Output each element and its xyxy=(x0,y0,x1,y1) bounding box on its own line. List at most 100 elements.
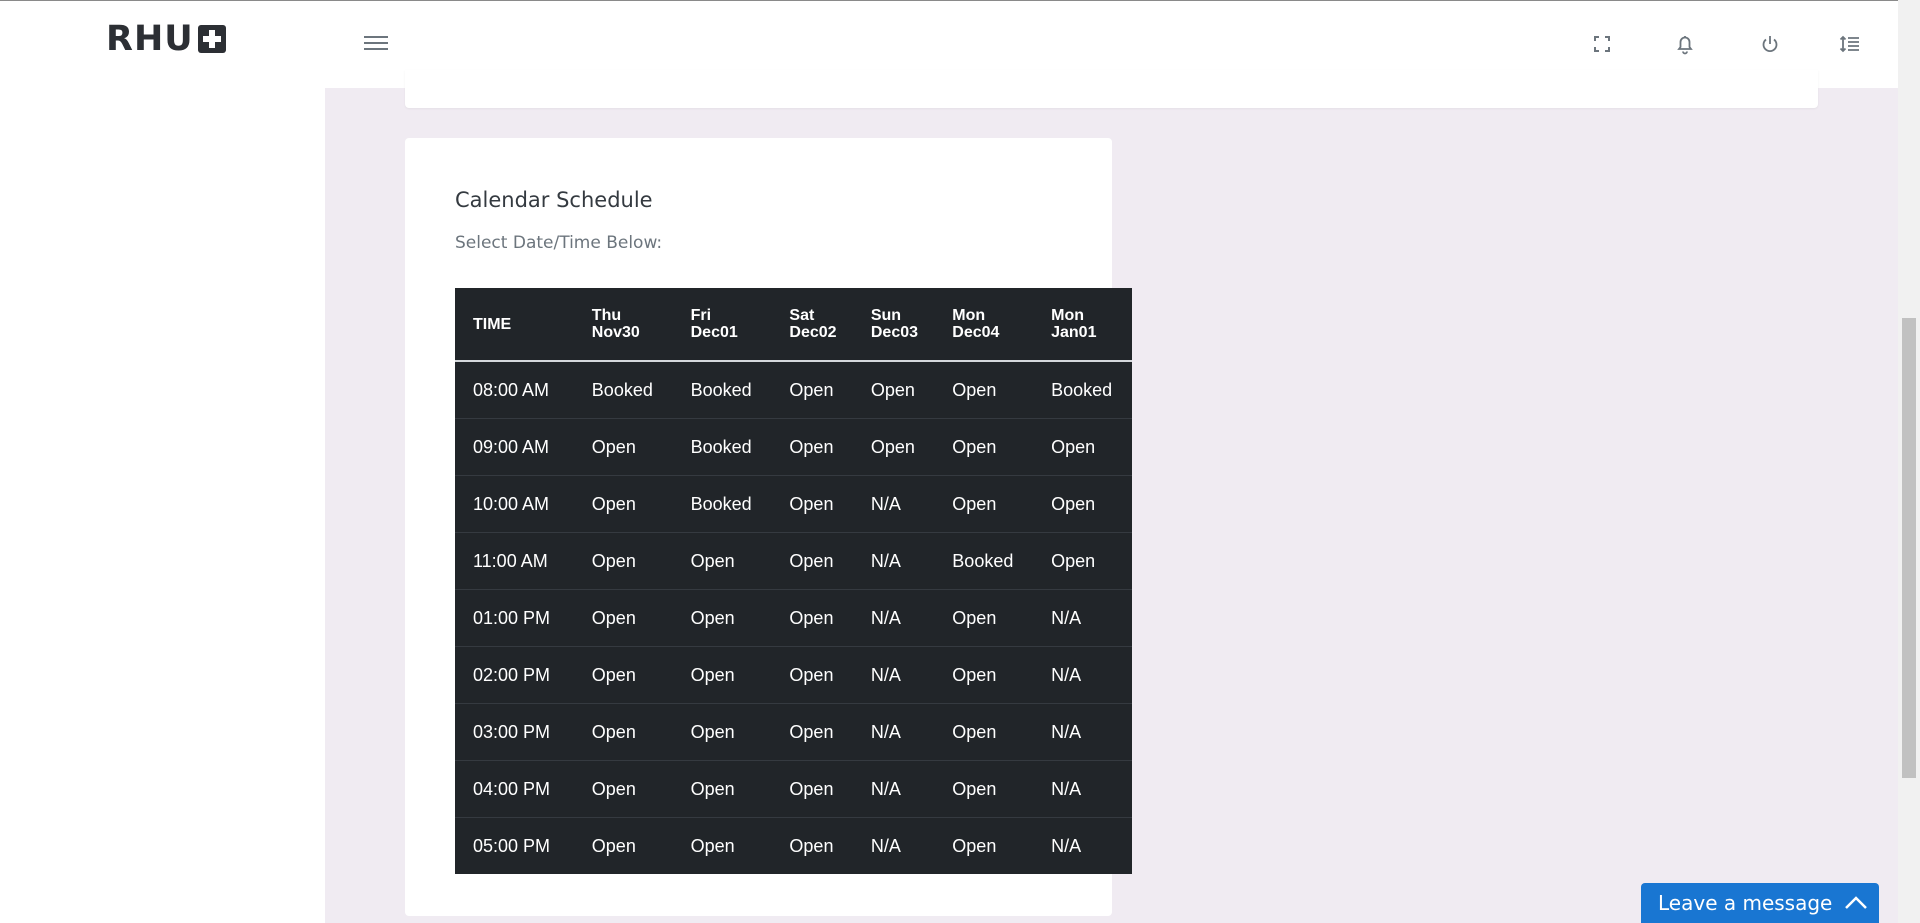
time-cell: 09:00 AM xyxy=(455,418,574,476)
schedule-slot-cell[interactable]: N/A xyxy=(1033,703,1132,761)
schedule-slot-cell[interactable]: N/A xyxy=(852,589,935,647)
brand-logo[interactable]: RHU xyxy=(106,19,226,59)
time-cell: 04:00 PM xyxy=(455,760,574,818)
schedule-slot-cell[interactable]: Open xyxy=(934,361,1033,419)
schedule-slot-cell[interactable]: Open xyxy=(1033,475,1132,533)
schedule-slot-cell[interactable]: Open xyxy=(771,646,853,704)
time-cell: 10:00 AM xyxy=(455,475,574,533)
schedule-slot-cell[interactable]: Booked xyxy=(672,475,772,533)
schedule-slot-cell[interactable]: Booked xyxy=(672,418,772,476)
menu-icon[interactable] xyxy=(364,33,388,53)
line-height-icon[interactable] xyxy=(1837,31,1863,57)
day-column-header: Sun Dec03 xyxy=(852,288,935,362)
day-column-header: Mon Dec04 xyxy=(934,288,1034,362)
schedule-slot-cell[interactable]: Open xyxy=(672,703,772,761)
schedule-slot-cell[interactable]: Open xyxy=(852,418,935,476)
schedule-slot-cell[interactable]: N/A xyxy=(852,760,935,818)
schedule-slot-cell[interactable]: Open xyxy=(934,646,1034,704)
day-column-header: Fri Dec01 xyxy=(672,288,772,362)
table-row: 08:00 AM Booked Booked Open Open Open Booked xyxy=(455,361,1132,419)
schedule-slot-cell[interactable]: Booked xyxy=(574,361,673,419)
schedule-slot-cell[interactable]: Open xyxy=(771,760,853,818)
schedule-slot-cell[interactable]: Open xyxy=(672,646,772,704)
schedule-slot-cell[interactable]: Open xyxy=(1033,532,1132,590)
chevron-up-icon xyxy=(1845,896,1867,909)
schedule-slot-cell[interactable]: Open xyxy=(771,475,853,533)
scrollbar-thumb[interactable] xyxy=(1902,318,1916,778)
day-column-header: Thu Nov30 xyxy=(573,288,673,362)
schedule-slot-cell[interactable]: Open xyxy=(672,817,772,874)
schedule-slot-cell[interactable]: N/A xyxy=(852,475,935,533)
leave-message-button[interactable]: Leave a message xyxy=(1641,883,1879,923)
sidebar-area xyxy=(0,88,325,923)
medical-cross-icon xyxy=(197,25,226,53)
day-date: Dec04 xyxy=(952,324,1000,341)
schedule-slot-cell[interactable]: Open xyxy=(672,760,772,818)
bell-icon[interactable] xyxy=(1672,31,1698,57)
schedule-slot-cell[interactable]: Booked xyxy=(934,532,1034,590)
scrollbar[interactable] xyxy=(1898,0,1920,923)
schedule-slot-cell[interactable]: N/A xyxy=(1033,760,1132,818)
time-cell: 08:00 AM xyxy=(473,379,550,400)
day-of-week: Thu xyxy=(591,307,622,324)
schedule-slot-cell[interactable]: Open xyxy=(573,532,673,590)
schedule-slot-cell[interactable]: Open xyxy=(853,361,934,419)
schedule-slot-cell[interactable]: N/A xyxy=(1033,589,1132,647)
table-row: 05:00 PM Open Open Open N/A Open N/A xyxy=(455,817,1132,874)
schedule-slot-cell[interactable]: Booked xyxy=(1033,361,1132,419)
table-row: 04:00 PM Open Open Open N/A Open N/A xyxy=(455,760,1132,818)
table-row: 01:00 PM Open Open Open N/A Open N/A xyxy=(455,589,1132,647)
schedule-slot-cell[interactable]: Booked xyxy=(673,361,772,419)
schedule-slot-cell[interactable]: Open xyxy=(672,589,772,647)
day-of-week: Sun xyxy=(870,307,902,324)
schedule-slot-cell[interactable]: Open xyxy=(934,475,1034,533)
card-title: Calendar Schedule xyxy=(455,188,653,212)
day-date: Dec01 xyxy=(690,324,738,341)
schedule-slot-cell[interactable]: Open xyxy=(934,703,1034,761)
time-column-header: TIME xyxy=(455,288,574,362)
schedule-slot-cell[interactable]: Open xyxy=(771,361,852,419)
schedule-slot-cell[interactable]: Open xyxy=(771,418,853,476)
schedule-slot-cell[interactable]: Open xyxy=(934,760,1034,818)
brand-name: RHU xyxy=(106,19,194,59)
schedule-slot-cell[interactable]: Open xyxy=(934,418,1034,476)
day-date: Dec02 xyxy=(789,324,837,341)
schedule-slot-cell[interactable]: Open xyxy=(573,418,673,476)
schedule-table: TIME Thu Nov30 Fri Dec01 Sat Dec02 Sun Dec03 Mon… xyxy=(455,288,1132,874)
schedule-slot-cell[interactable]: Open xyxy=(771,703,853,761)
calendar-card: Calendar Schedule Select Date/Time Below… xyxy=(405,138,1132,916)
schedule-slot-cell[interactable]: N/A xyxy=(852,817,935,874)
schedule-slot-cell[interactable]: Open xyxy=(934,817,1034,874)
schedule-slot-cell[interactable]: Open xyxy=(1033,418,1132,476)
schedule-slot-cell[interactable]: N/A xyxy=(1033,646,1132,704)
time-cell: 05:00 PM xyxy=(455,817,574,874)
schedule-slot-cell[interactable]: Open xyxy=(771,817,853,874)
table-header-row: TIME Thu Nov30 Fri Dec01 Sat Dec02 Sun Dec03 Mon… xyxy=(455,288,1132,362)
schedule-slot-cell[interactable]: Open xyxy=(573,760,673,818)
schedule-slot-cell[interactable]: Open xyxy=(672,532,772,590)
schedule-slot-cell[interactable]: Open xyxy=(573,646,673,704)
schedule-slot-cell[interactable]: N/A xyxy=(1033,817,1132,874)
schedule-slot-cell[interactable]: Open xyxy=(573,589,673,647)
time-cell: 11:00 AM xyxy=(455,532,574,590)
schedule-slot-cell[interactable]: N/A xyxy=(852,703,935,761)
day-date: Nov30 xyxy=(591,324,640,341)
schedule-slot-cell[interactable]: Open xyxy=(934,589,1034,647)
schedule-slot-cell[interactable]: N/A xyxy=(852,646,935,704)
table-row: 11:00 AM Open Open Open N/A Booked Open xyxy=(455,532,1132,590)
schedule-slot-cell[interactable]: Open xyxy=(573,703,673,761)
time-cell: 02:00 PM xyxy=(455,646,574,704)
power-icon[interactable] xyxy=(1757,31,1783,57)
schedule-slot-cell[interactable]: Open xyxy=(771,532,853,590)
fullscreen-icon[interactable] xyxy=(1589,31,1615,57)
day-of-week: Mon xyxy=(1051,307,1084,324)
day-of-week: Mon xyxy=(952,307,986,324)
day-date: Jan01 xyxy=(1051,324,1097,341)
schedule-slot-cell[interactable]: Open xyxy=(573,475,673,533)
day-of-week: Sat xyxy=(789,307,815,324)
schedule-slot-cell[interactable]: Open xyxy=(573,817,673,874)
schedule-slot-cell[interactable]: N/A xyxy=(852,532,935,590)
schedule-slot-cell[interactable]: Open xyxy=(771,589,853,647)
day-column-header: Sat Dec02 xyxy=(771,288,853,362)
table-row: 10:00 AM Open Booked Open N/A Open Open xyxy=(455,475,1132,533)
